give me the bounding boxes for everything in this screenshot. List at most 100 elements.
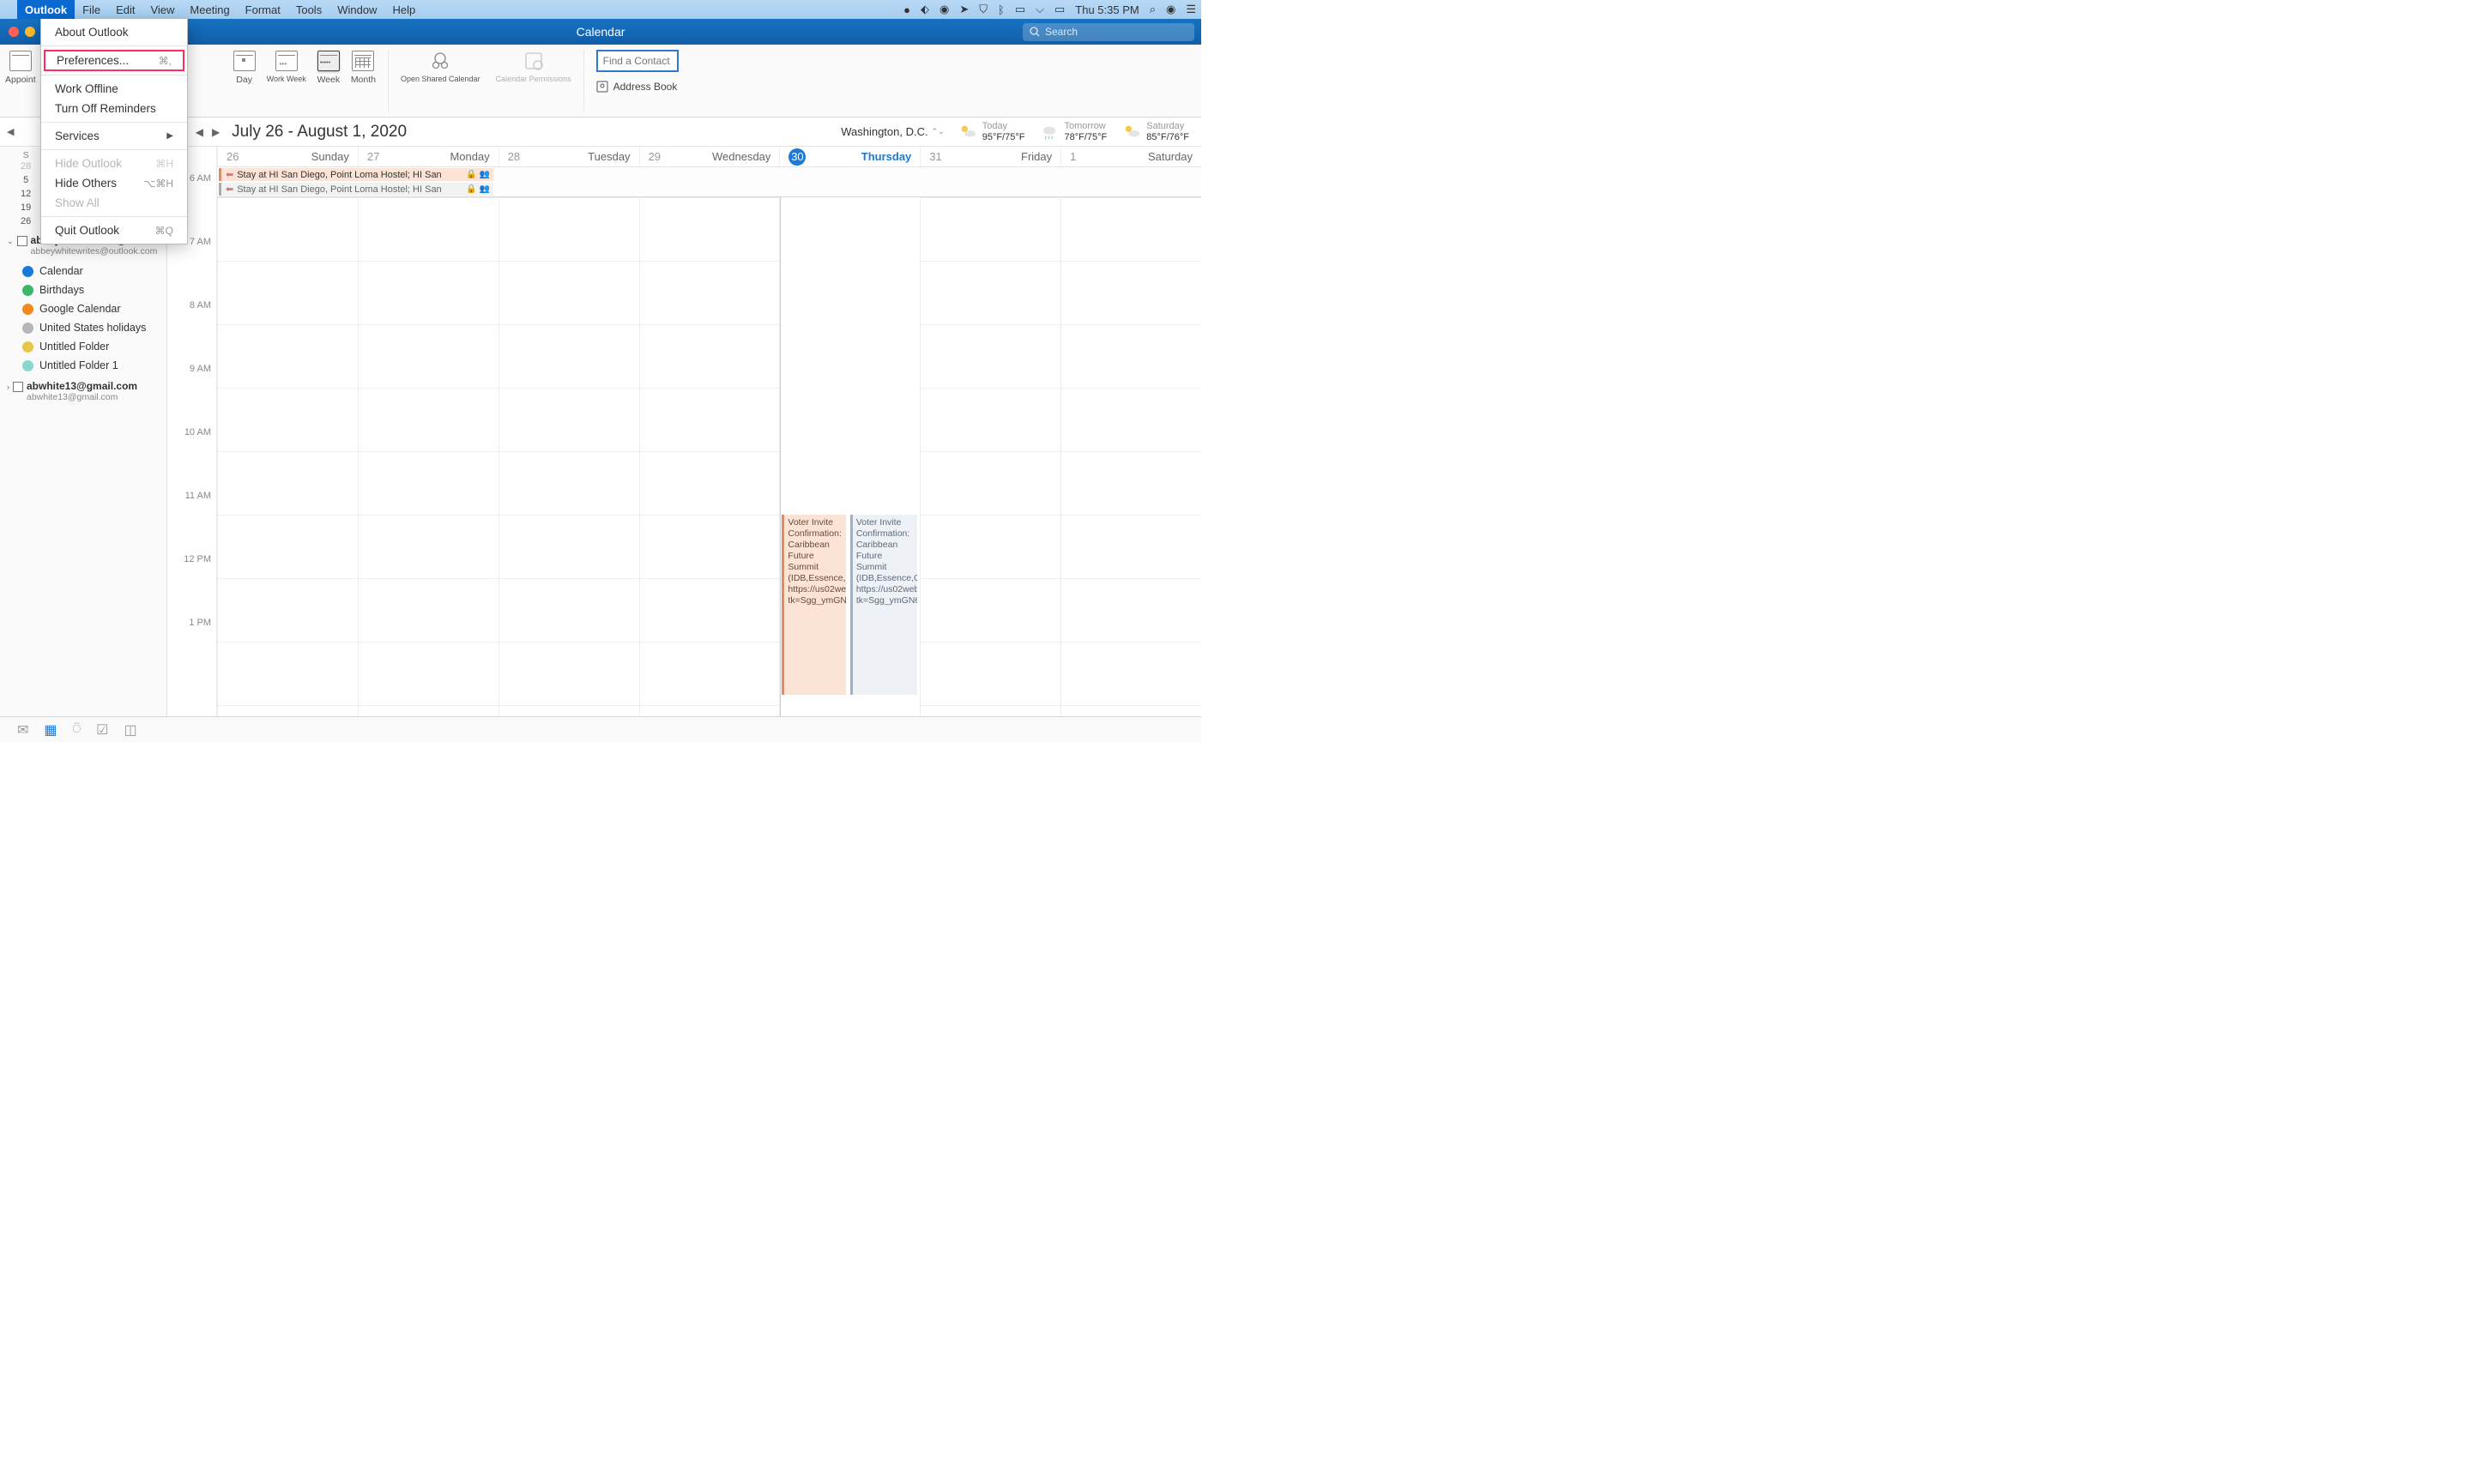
menuitem-services[interactable]: Services▶ xyxy=(41,126,187,146)
menuitem-hide-outlook: Hide Outlook⌘H xyxy=(41,154,187,173)
view-week-button[interactable]: •••••Week xyxy=(317,50,341,85)
menu-view[interactable]: View xyxy=(142,0,182,19)
view-month-button[interactable]: Month xyxy=(351,50,376,85)
menu-tools[interactable]: Tools xyxy=(288,0,329,19)
calendar-list-item[interactable]: Untitled Folder 1 xyxy=(22,356,166,375)
spotlight-icon[interactable]: ⌕ xyxy=(1150,3,1156,16)
appointment-button[interactable]: Appoint xyxy=(5,50,36,85)
day-column[interactable] xyxy=(217,197,358,716)
search-icon xyxy=(1030,27,1040,37)
wifi-icon[interactable]: ⌵ xyxy=(1036,3,1044,16)
menu-window[interactable]: Window xyxy=(329,0,384,19)
minical-day[interactable]: 26 xyxy=(15,215,36,229)
all-day-event[interactable]: ⬅Stay at HI San Diego, Point Loma Hostel… xyxy=(219,183,493,196)
nav-tasks-icon[interactable]: ☑ xyxy=(96,721,108,739)
day-column[interactable]: Voter Invite Confirmation: Caribbean Fut… xyxy=(779,197,920,716)
menuitem-work-offline[interactable]: Work Offline xyxy=(41,79,187,99)
clock[interactable]: Thu 5:35 PM xyxy=(1075,3,1139,16)
tray-icon[interactable]: ◉ xyxy=(939,3,949,16)
calendar-event[interactable]: Voter Invite Confirmation: Caribbean Fut… xyxy=(782,515,846,695)
search-field[interactable]: Search xyxy=(1023,23,1194,41)
calendar-list-item[interactable]: United States holidays xyxy=(22,318,166,337)
hour-grid[interactable]: Voter Invite Confirmation: Caribbean Fut… xyxy=(217,197,1201,716)
window-minimize-button[interactable] xyxy=(25,27,35,37)
prev-week-button[interactable]: ◀ xyxy=(192,124,207,140)
minical-day[interactable]: 12 xyxy=(15,188,36,200)
day-column[interactable] xyxy=(498,197,639,716)
day-header[interactable]: 28Tuesday xyxy=(498,147,639,166)
minical-day[interactable]: 5 xyxy=(15,174,36,186)
bottom-navigation: ✉ ▦ ⍥ ☑ ◫ xyxy=(0,716,1201,742)
tray-icon-2[interactable]: ➤ xyxy=(959,3,969,16)
menu-format[interactable]: Format xyxy=(238,0,288,19)
next-week-button[interactable]: ▶ xyxy=(208,124,223,140)
weather-tomorrow[interactable]: Tomorrow78°F/75°F xyxy=(1040,121,1107,143)
cloud-rain-icon xyxy=(1040,123,1059,142)
weather-today[interactable]: Today95°F/75°F xyxy=(958,121,1025,143)
nav-people-icon[interactable]: ⍥ xyxy=(73,722,82,738)
dropbox-icon[interactable]: ⬖ xyxy=(921,3,929,16)
open-shared-calendar-button[interactable]: Open Shared Calendar xyxy=(401,50,480,84)
view-day-button[interactable]: Day xyxy=(233,50,257,85)
location-selector[interactable]: Washington, D.C.⌃⌄ xyxy=(841,125,945,138)
status-dot-icon[interactable]: ● xyxy=(903,3,910,16)
calendar-list-item[interactable]: Calendar xyxy=(22,262,166,281)
day-header[interactable]: 1Saturday xyxy=(1060,147,1201,166)
menuitem-hide-others[interactable]: Hide Others⌥⌘H xyxy=(41,173,187,193)
weather-saturday[interactable]: Saturday85°F/76°F xyxy=(1122,121,1189,143)
day-column[interactable] xyxy=(920,197,1060,716)
calendar-permissions-button: Calendar Permissions xyxy=(496,50,571,84)
bluetooth-icon[interactable]: ᛒ xyxy=(998,3,1005,16)
sun-cloud-icon xyxy=(1122,123,1141,142)
nav-calendar-icon[interactable]: ▦ xyxy=(44,721,57,739)
window-close-button[interactable] xyxy=(9,27,19,37)
display-icon[interactable]: ▭ xyxy=(1015,3,1025,16)
day-header[interactable]: 27Monday xyxy=(358,147,498,166)
date-range-label: July 26 - August 1, 2020 xyxy=(232,123,407,142)
menuitem-turn-off-reminders[interactable]: Turn Off Reminders xyxy=(41,99,187,118)
calendar-list-item[interactable]: Untitled Folder xyxy=(22,337,166,356)
battery-icon[interactable]: ▭ xyxy=(1054,3,1065,16)
all-day-event[interactable]: ⬅Stay at HI San Diego, Point Loma Hostel… xyxy=(219,168,493,181)
minical-day[interactable]: 19 xyxy=(15,202,36,214)
calendar-list-item[interactable]: Google Calendar xyxy=(22,299,166,318)
macos-menubar: Outlook File Edit View Meeting Format To… xyxy=(0,0,1201,19)
day-column[interactable] xyxy=(1060,197,1201,716)
find-contact-input[interactable] xyxy=(596,50,679,72)
menuitem-quit[interactable]: Quit Outlook⌘Q xyxy=(41,220,187,240)
menu-edit[interactable]: Edit xyxy=(108,0,142,19)
all-day-events-area[interactable]: ⬅Stay at HI San Diego, Point Loma Hostel… xyxy=(217,167,1201,197)
permissions-icon xyxy=(523,51,545,71)
calendar-grid: 6 AM7 AM8 AM9 AM10 AM11 AM12 PM1 PM 26Su… xyxy=(167,147,1201,716)
menuitem-preferences[interactable]: Preferences...⌘, xyxy=(44,50,184,71)
minical-day[interactable]: 28 xyxy=(15,160,36,172)
collapse-sidebar-button[interactable]: ◀ xyxy=(7,126,14,137)
day-column[interactable] xyxy=(358,197,498,716)
address-book-button[interactable]: Address Book xyxy=(596,81,678,93)
siri-icon[interactable]: ◉ xyxy=(1166,3,1175,16)
view-work-week-button[interactable]: •••Work Week xyxy=(267,50,306,85)
day-header[interactable]: 26Sunday xyxy=(217,147,358,166)
day-column[interactable] xyxy=(639,197,780,716)
day-header[interactable]: 31Friday xyxy=(920,147,1060,166)
account-header[interactable]: ›abwhite13@gmail.comabwhite13@gmail.com xyxy=(0,375,166,407)
menu-outlook[interactable]: Outlook xyxy=(17,0,75,19)
day-header[interactable]: 30Thursday xyxy=(779,147,920,166)
sun-cloud-icon xyxy=(958,123,977,142)
address-book-icon xyxy=(596,81,608,93)
menuitem-about[interactable]: About Outlook xyxy=(41,22,187,42)
outlook-menu-dropdown: About Outlook Preferences...⌘, Work Offl… xyxy=(40,19,188,244)
control-center-icon[interactable]: ☰ xyxy=(1186,3,1196,16)
window-title: Calendar xyxy=(577,25,625,39)
day-header[interactable]: 29Wednesday xyxy=(639,147,780,166)
calendar-event[interactable]: Voter Invite Confirmation: Caribbean Fut… xyxy=(850,515,917,695)
shared-calendar-icon xyxy=(429,51,451,71)
calendar-list-item[interactable]: Birthdays xyxy=(22,281,166,299)
menu-meeting[interactable]: Meeting xyxy=(182,0,237,19)
menu-file[interactable]: File xyxy=(75,0,108,19)
menu-help[interactable]: Help xyxy=(384,0,423,19)
nav-notes-icon[interactable]: ◫ xyxy=(124,721,136,739)
menuitem-show-all: Show All xyxy=(41,193,187,213)
nav-mail-icon[interactable]: ✉ xyxy=(17,721,28,739)
shield-icon[interactable]: ⛉ xyxy=(979,3,988,16)
